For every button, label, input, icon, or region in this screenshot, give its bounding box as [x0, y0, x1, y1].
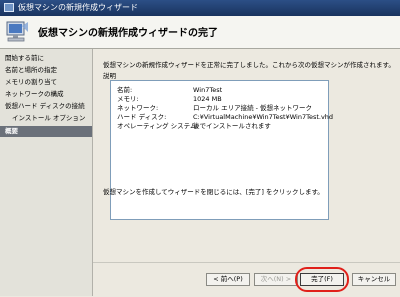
virtual-machine-icon	[4, 3, 14, 12]
finish-instruction: 仮想マシンを作成してウィザードを閉じるには、[完了] をクリックします。	[103, 188, 324, 196]
sidebar-item-before-you-begin[interactable]: 開始する前に	[0, 53, 92, 64]
summary-row: オペレーティング システム:後でインストールされます	[117, 120, 271, 130]
wizard-button-bar: < 前へ(P) 次へ(N) > 完了(F) キャンセル	[93, 262, 400, 297]
summary-box: 名前: Win7Test メモリ: 1024 MB ネットワーク: ローカル エリア接…	[110, 80, 333, 220]
sidebar-item-install-options[interactable]: インストール オプション	[0, 113, 92, 124]
wizard-content: 仮想マシンの新規作成ウィザードを正常に完了しました。これから次の仮想マシンが作成…	[93, 49, 400, 296]
summary-value: 後でインストールされます	[193, 122, 271, 130]
sidebar-item-summary[interactable]: 概要	[0, 126, 92, 137]
cancel-button[interactable]: キャンセル	[352, 273, 396, 286]
window-titlebar: 仮想マシンの新規作成ウィザード	[0, 0, 400, 16]
window-title: 仮想マシンの新規作成ウィザード	[18, 3, 138, 12]
description-label: 説明	[103, 72, 116, 80]
sidebar-item-network[interactable]: ネットワークの構成	[0, 89, 92, 100]
sidebar-item-memory[interactable]: メモリの割り当て	[0, 77, 92, 88]
page-title: 仮想マシンの新規作成ウィザードの完了	[38, 28, 218, 39]
intro-text: 仮想マシンの新規作成ウィザードを正常に完了しました。これから次の仮想マシンが作成…	[103, 61, 395, 69]
prev-button[interactable]: < 前へ(P)	[206, 273, 250, 286]
wizard-steps-sidebar: 開始する前に 名前と場所の指定 メモリの割り当て ネットワークの構成 仮想ハード…	[0, 49, 93, 296]
wizard-computer-icon	[6, 21, 28, 42]
sidebar-item-virtual-disk[interactable]: 仮想ハード ディスクの接続	[0, 101, 92, 112]
finish-button[interactable]: 完了(F)	[300, 273, 344, 286]
sidebar-item-name-location[interactable]: 名前と場所の指定	[0, 65, 92, 76]
wizard-header: 仮想マシンの新規作成ウィザードの完了	[0, 16, 400, 49]
summary-key: オペレーティング システム:	[117, 122, 199, 130]
next-button[interactable]: 次へ(N) >	[254, 273, 298, 286]
